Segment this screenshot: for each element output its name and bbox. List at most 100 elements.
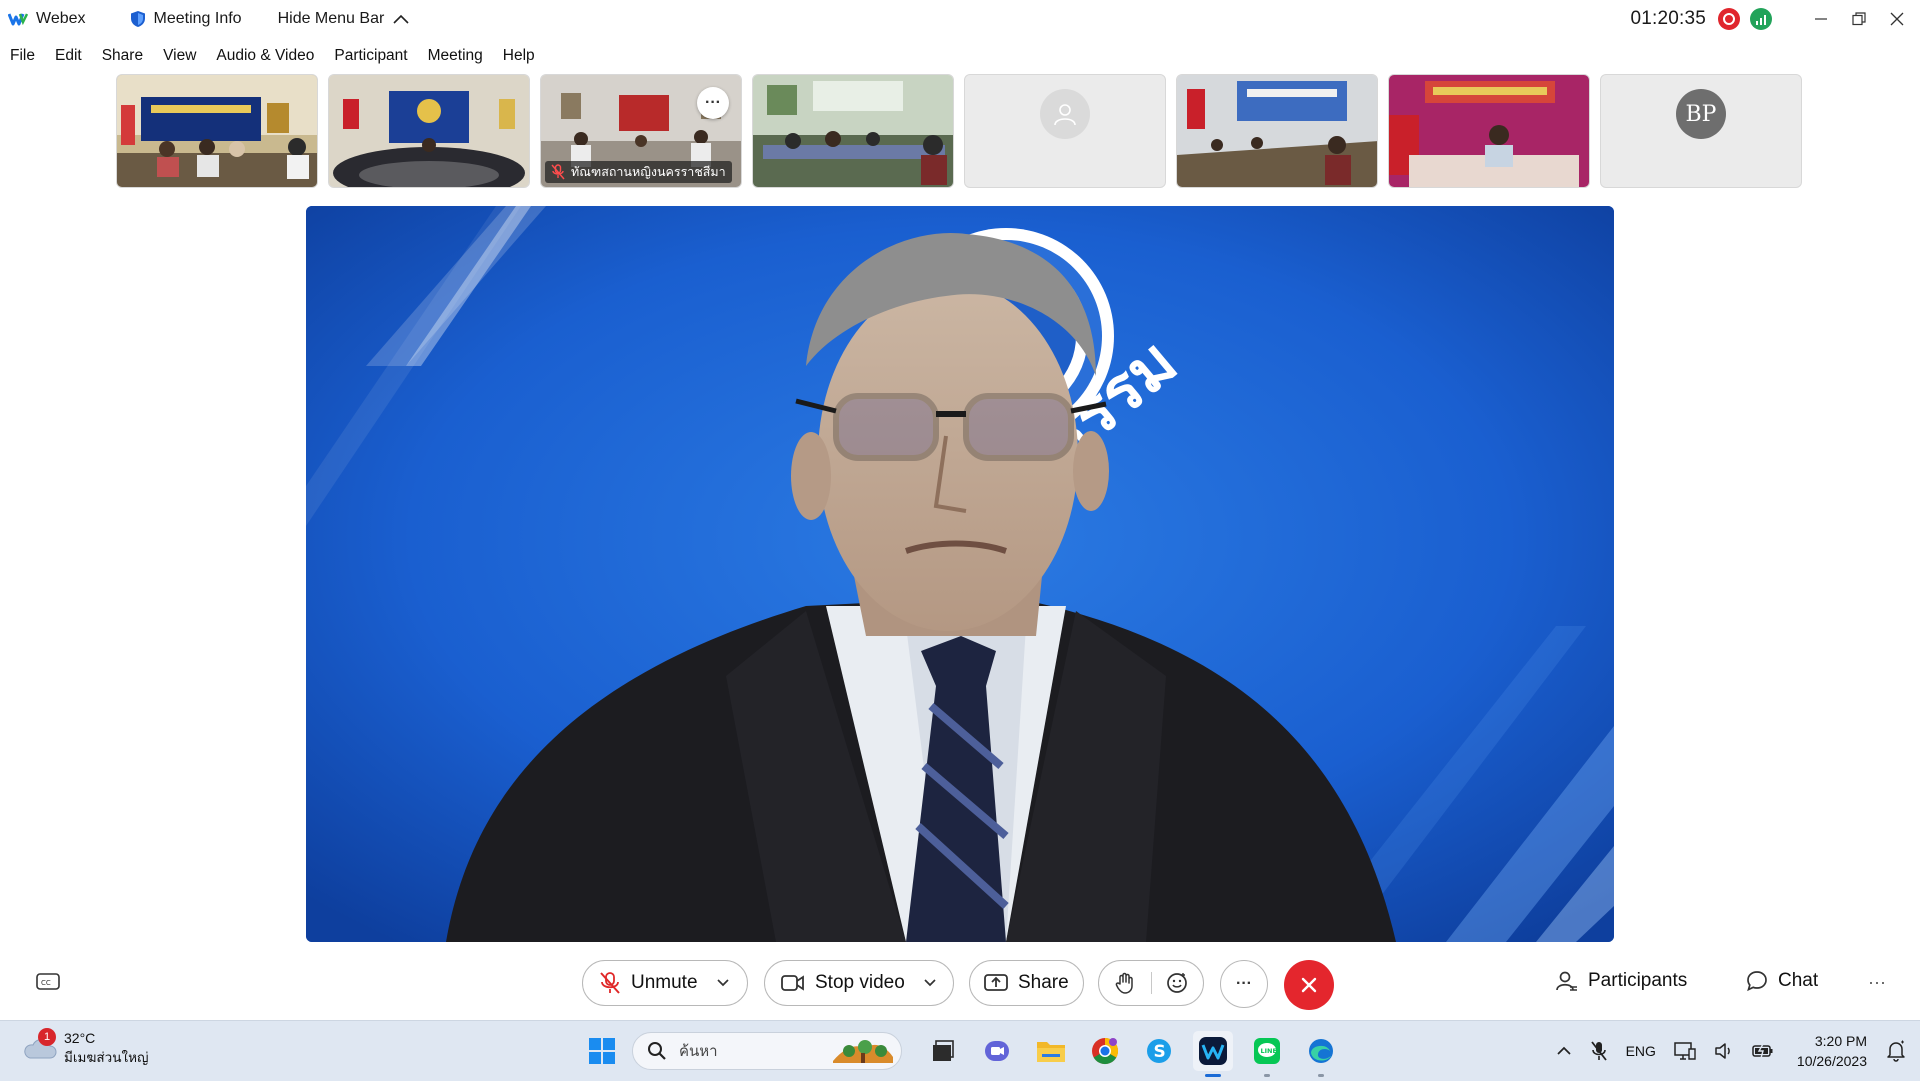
- participant-thumbnail[interactable]: [1388, 74, 1590, 188]
- muted-mic-icon: [600, 972, 620, 994]
- meeting-info-button[interactable]: Meeting Info: [130, 10, 242, 28]
- share-button[interactable]: Share: [969, 960, 1084, 1006]
- overflow-menu-button[interactable]: ···: [1868, 972, 1886, 993]
- reactions-button[interactable]: [1152, 972, 1204, 994]
- weather-alert-badge: 1: [38, 1028, 56, 1046]
- start-button[interactable]: [582, 1031, 622, 1071]
- muted-mic-icon: [551, 164, 565, 180]
- svg-text:S: S: [1154, 1042, 1166, 1062]
- restore-icon: [1852, 12, 1866, 26]
- menu-edit[interactable]: Edit: [55, 47, 82, 65]
- restore-button[interactable]: [1840, 0, 1878, 38]
- taskbar-file-manager[interactable]: [923, 1031, 963, 1071]
- participant-name-label: ทัณฑสถานหญิงนครราชสีมา: [545, 161, 732, 183]
- share-screen-icon: [984, 974, 1008, 991]
- microphone-status-button[interactable]: [1590, 1040, 1608, 1062]
- participant-thumbnail[interactable]: [964, 74, 1166, 188]
- stop-video-button[interactable]: Stop video: [764, 960, 954, 1006]
- taskbar-chrome[interactable]: [1085, 1031, 1125, 1071]
- chevron-down-icon[interactable]: [923, 978, 937, 988]
- meeting-info-label: Meeting Info: [153, 10, 242, 27]
- taskbar-teams-chat[interactable]: [977, 1031, 1017, 1071]
- participant-thumbnail[interactable]: [116, 74, 318, 188]
- close-window-button[interactable]: [1878, 0, 1916, 38]
- system-clock[interactable]: 3:20 PM 10/26/2023: [1797, 1031, 1867, 1071]
- menu-view[interactable]: View: [163, 47, 196, 65]
- leave-meeting-button[interactable]: [1284, 960, 1334, 1010]
- volume-button[interactable]: [1714, 1041, 1734, 1061]
- svg-text:LINE: LINE: [1261, 1047, 1277, 1055]
- hide-menu-bar-label: Hide Menu Bar: [277, 10, 385, 27]
- chevron-up-icon: [393, 14, 409, 24]
- notifications-button[interactable]: [1886, 1040, 1906, 1062]
- meeting-timer: 01:20:35: [1630, 8, 1706, 29]
- meeting-controls: CC Unmute Stop video Share ··· Participa…: [0, 958, 1920, 1010]
- chevron-down-icon[interactable]: [716, 978, 730, 988]
- hide-menu-bar-button[interactable]: Hide Menu Bar: [278, 10, 411, 28]
- search-highlight-icon: [833, 1040, 893, 1063]
- menu-participant[interactable]: Participant: [334, 47, 407, 65]
- participants-label: Participants: [1588, 970, 1688, 991]
- minimize-button[interactable]: [1802, 0, 1840, 38]
- chat-button[interactable]: Chat: [1746, 970, 1818, 992]
- chevron-up-icon: [1556, 1046, 1571, 1055]
- taskbar-file-explorer[interactable]: [1031, 1031, 1071, 1071]
- network-monitor-icon: [1674, 1042, 1696, 1060]
- menu-file[interactable]: File: [10, 47, 35, 65]
- raise-hand-icon: [1115, 972, 1133, 994]
- webex-logo-icon: [8, 13, 28, 26]
- folder-icon: [1037, 1042, 1065, 1062]
- menu-meeting[interactable]: Meeting: [428, 47, 483, 65]
- taskbar-edge[interactable]: [1301, 1031, 1341, 1077]
- battery-button[interactable]: [1752, 1042, 1774, 1060]
- notification-bell-icon: [1887, 1040, 1905, 1062]
- minimize-icon: [1815, 18, 1827, 20]
- muted-mic-icon: [1590, 1041, 1607, 1061]
- unmute-button[interactable]: Unmute: [582, 960, 748, 1006]
- chat-bubble-icon: [1747, 971, 1767, 992]
- taskbar-search[interactable]: ค้นหา: [632, 1032, 902, 1070]
- menu-help[interactable]: Help: [503, 47, 535, 65]
- line-app-icon: LINE: [1254, 1038, 1280, 1064]
- network-status-icon[interactable]: [1750, 8, 1772, 30]
- meet-video-icon: [985, 1041, 1009, 1061]
- menu-bar: File Edit Share View Audio & Video Parti…: [0, 42, 555, 70]
- stop-video-label: Stop video: [815, 972, 905, 993]
- task-view-icon: [933, 1040, 954, 1061]
- system-tray: ENG 3:20 PM 10/26/2023: [1547, 1021, 1920, 1081]
- skype-icon: S: [1147, 1039, 1171, 1063]
- closed-captions-button[interactable]: CC: [36, 972, 60, 997]
- taskbar-skype[interactable]: S: [1139, 1031, 1179, 1071]
- shield-icon: [130, 11, 145, 27]
- show-hidden-icons-button[interactable]: [1556, 1045, 1572, 1057]
- menu-share[interactable]: Share: [102, 47, 143, 65]
- battery-charging-icon: [1752, 1043, 1773, 1059]
- windows-taskbar: 1 32°C มีเมฆส่วนใหญ่ ค้นหา S LINE ENG 3:…: [0, 1020, 1920, 1081]
- more-options-button[interactable]: ···: [1220, 960, 1268, 1008]
- menu-audio-video[interactable]: Audio & Video: [216, 47, 314, 65]
- participant-thumbnail[interactable]: [752, 74, 954, 188]
- input-language[interactable]: ENG: [1626, 1043, 1656, 1059]
- weather-widget[interactable]: 1 32°C มีเมฆส่วนใหญ่: [22, 1028, 149, 1067]
- thumbnail-more-button[interactable]: ···: [697, 87, 729, 119]
- webex-app-label[interactable]: Webex: [8, 10, 86, 28]
- video-feed: [1177, 75, 1377, 187]
- weather-description: มีเมฆส่วนใหญ่: [64, 1050, 149, 1065]
- title-bar: Webex Meeting Info Hide Menu Bar 01:20:3…: [0, 0, 1920, 38]
- taskbar-webex[interactable]: [1193, 1031, 1233, 1077]
- svg-text:CC: CC: [41, 979, 51, 987]
- recording-icon[interactable]: [1718, 8, 1740, 30]
- participant-thumbnail[interactable]: BP: [1600, 74, 1802, 188]
- participant-thumbnail[interactable]: ··· ทัณฑสถานหญิงนครราชสีมา: [540, 74, 742, 188]
- clock-date: 10/26/2023: [1796, 1053, 1867, 1069]
- network-button[interactable]: [1674, 1041, 1696, 1061]
- unmute-label: Unmute: [631, 972, 698, 993]
- main-video[interactable]: ธรรม: [306, 206, 1614, 942]
- taskbar-line[interactable]: LINE: [1247, 1031, 1287, 1077]
- participant-thumbnail[interactable]: [1176, 74, 1378, 188]
- raise-hand-button[interactable]: [1099, 972, 1152, 994]
- video-feed: [329, 75, 529, 187]
- participants-button[interactable]: Participants: [1556, 970, 1687, 992]
- participant-thumbnail[interactable]: [328, 74, 530, 188]
- share-label: Share: [1018, 972, 1069, 993]
